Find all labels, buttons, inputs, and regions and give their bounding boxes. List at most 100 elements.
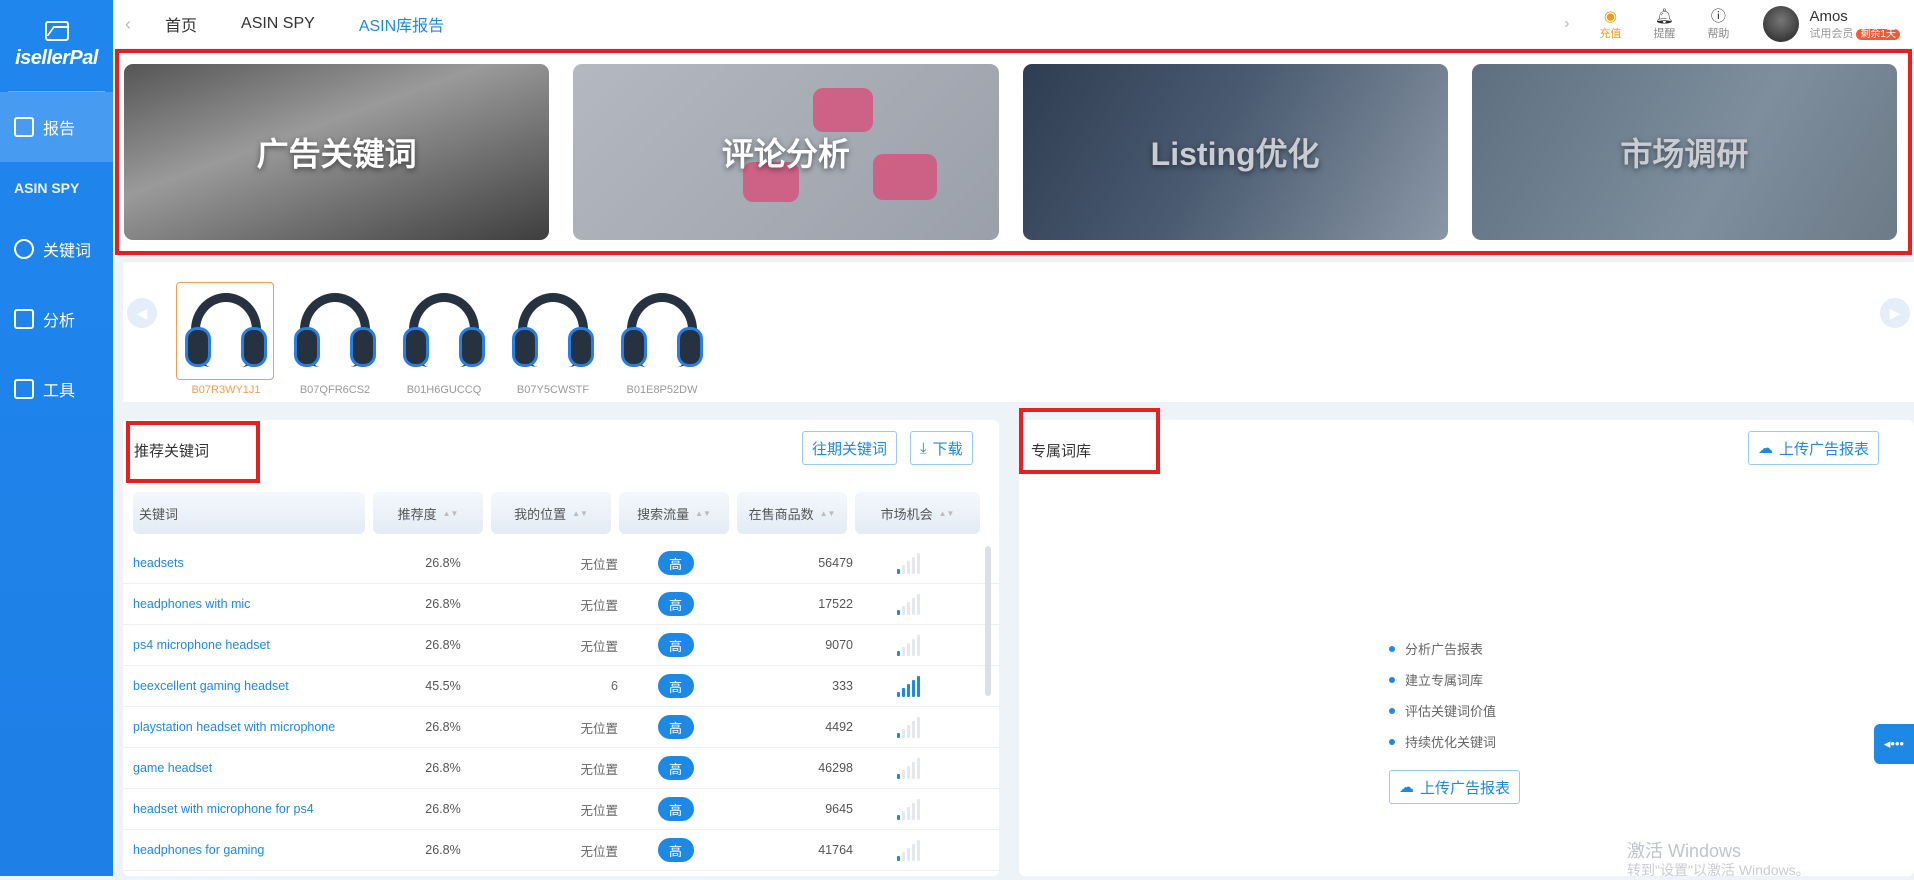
product-count: 4492 [825, 720, 853, 734]
signal-bar [896, 651, 900, 656]
keyword-link[interactable]: game headset [123, 761, 373, 775]
signal-bar [911, 762, 915, 779]
tab-asin-report[interactable]: ASIN库报告 [337, 12, 466, 36]
windows-watermark-sub: 转到"设置"以激活 Windows。 [1627, 862, 1810, 878]
my-position: 无位置 [580, 803, 618, 818]
my-position: 6 [611, 679, 618, 693]
keyword-link[interactable]: ps4 microphone headset [123, 638, 373, 652]
signal-bar [901, 770, 905, 779]
column-header-product-count[interactable]: 在售商品数 ▲▼ [737, 492, 847, 534]
opportunity-signal-icon [853, 552, 963, 574]
help-button[interactable]: ⓘ 帮助 [1691, 8, 1745, 41]
download-icon: ⤓ [920, 439, 927, 457]
sidebar-item-analysis[interactable]: 分析 [0, 284, 113, 354]
user-menu[interactable]: Amos 试用会员 剩余1天 [1763, 6, 1900, 42]
signal-bar [896, 692, 900, 697]
column-header-position[interactable]: 我的位置 ▲▼ [491, 492, 611, 534]
banner-market-research[interactable]: 市场调研 [1471, 64, 1897, 240]
banner-label: 广告关键词 [256, 136, 417, 172]
table-row: beexcellent gaming headset 45.5% 6 高 333 [123, 666, 999, 707]
traffic-badge: 高 [657, 715, 694, 739]
keyword-link[interactable]: headsets [123, 556, 373, 570]
signal-bar [901, 606, 905, 615]
headset-image [394, 282, 492, 380]
more-icon: ◂••• [1883, 736, 1905, 751]
signal-bar [896, 733, 900, 738]
signal-bar [901, 852, 905, 861]
column-header-traffic[interactable]: 搜索流量 ▲▼ [619, 492, 729, 534]
signal-bar [896, 774, 900, 779]
recommend-score: 26.8% [425, 802, 461, 816]
signal-bar [916, 635, 920, 656]
recommend-score: 26.8% [425, 638, 461, 652]
sidebar-item-asin-spy[interactable]: ASIN SPY [0, 162, 113, 214]
center-upload-report-button[interactable]: ☁ 上传广告报表 [1389, 770, 1521, 804]
banner-ad-keywords[interactable]: 广告关键词 [124, 64, 550, 240]
panel-title: 推荐关键词 [134, 443, 210, 460]
table-row: headset with microphone for ps4 26.8% 无位置 高… [123, 789, 999, 830]
help-icon: ⓘ [1710, 7, 1726, 25]
column-header-opportunity[interactable]: 市场机会 ▲▼ [855, 492, 980, 534]
recharge-button[interactable]: ◉ 充值 [1583, 8, 1637, 41]
keyword-link[interactable]: headphones with mic [123, 597, 373, 611]
carousel-prev-button[interactable]: ◀ [127, 298, 157, 328]
trial-badge: 剩余1天 [1856, 28, 1900, 40]
table-scrollbar[interactable] [985, 546, 991, 696]
upload-report-button[interactable]: ☁ 上传广告报表 [1748, 431, 1880, 465]
banner-listing-optimization[interactable]: Listing优化 [1022, 64, 1448, 240]
sidebar-item-label: 报告 [43, 121, 76, 138]
tab-asin-spy[interactable]: ASIN SPY [219, 15, 337, 33]
product-thumb[interactable]: B01E8P52DW [612, 282, 712, 396]
notifications-label: 提醒 [1653, 27, 1676, 40]
opportunity-signal-icon [853, 593, 963, 615]
floating-chat-button[interactable]: ◂••• [1874, 724, 1914, 764]
product-thumb[interactable]: B07R3WY1J1 [176, 282, 276, 396]
headset-image [503, 282, 601, 380]
signal-bar [911, 680, 915, 697]
signal-bar [906, 848, 910, 861]
column-header-score[interactable]: 推荐度 ▲▼ [373, 492, 483, 534]
signal-bar [906, 643, 910, 656]
traffic-badge: 高 [657, 797, 694, 821]
history-keywords-button[interactable]: 往期关键词 [802, 431, 898, 465]
banner-label: 市场调研 [1620, 136, 1749, 172]
signal-bar [901, 729, 905, 738]
panel-title: 专属词库 [1031, 443, 1092, 460]
traffic-badge: 高 [657, 592, 694, 616]
keyword-table-body: headsets 26.8% 无位置高 56479 headphones with mi… [123, 543, 999, 871]
brand-name: isellerPal [15, 47, 98, 69]
keyword-link[interactable]: beexcellent gaming headset [123, 679, 373, 693]
traffic-cell: 高 [618, 551, 733, 575]
column-header-keyword[interactable]: 关键词 [133, 492, 365, 534]
carousel-next-button[interactable]: ▶ [1880, 298, 1910, 328]
sidebar-item-tools[interactable]: 工具 [0, 354, 113, 424]
banner-label: 评论分析 [721, 136, 850, 172]
banner-label: Listing优化 [1150, 136, 1320, 172]
table-row: headsets 26.8% 无位置 高 56479 [123, 543, 999, 584]
signal-bar [896, 569, 900, 574]
signal-bar [901, 647, 905, 656]
keyword-link[interactable]: playstation headset with microphone [123, 720, 373, 734]
signal-bar [901, 565, 905, 574]
chevron-left-icon[interactable]: ‹ [113, 14, 143, 35]
banner-review-analysis[interactable]: 评论分析 [573, 64, 999, 240]
traffic-cell: 高 [618, 756, 733, 780]
notifications-button[interactable]: 🔔︎ 提醒 [1637, 8, 1691, 41]
chevron-right-icon[interactable]: › [1564, 15, 1569, 33]
keyword-link[interactable]: headphones for gaming [123, 843, 373, 857]
keyword-link[interactable]: headset with microphone for ps4 [123, 802, 373, 816]
my-position: 无位置 [580, 598, 618, 613]
my-position: 无位置 [580, 721, 618, 736]
brand-logo[interactable]: isellerPal [8, 0, 105, 92]
table-header: 关键词 推荐度 ▲▼ 我的位置 ▲▼ 搜索流量 ▲▼ 在售商品数 ▲▼ 市场机会 ▲▼ [133, 492, 989, 534]
traffic-badge: 高 [657, 674, 694, 698]
product-asin: B01H6GUCCQ [406, 384, 482, 396]
recommend-score: 26.8% [425, 597, 461, 611]
tab-home[interactable]: 首页 [143, 12, 219, 36]
product-thumb[interactable]: B01H6GUCCQ [394, 282, 494, 396]
download-button[interactable]: ⤓ 下载 [910, 431, 973, 465]
sidebar-item-report[interactable]: 报告 [0, 92, 113, 162]
product-thumb[interactable]: B07Y5CWSTF [503, 282, 603, 396]
product-thumb[interactable]: B07QFR6CS2 [285, 282, 385, 396]
sidebar-item-keywords[interactable]: 关键词 [0, 214, 113, 284]
